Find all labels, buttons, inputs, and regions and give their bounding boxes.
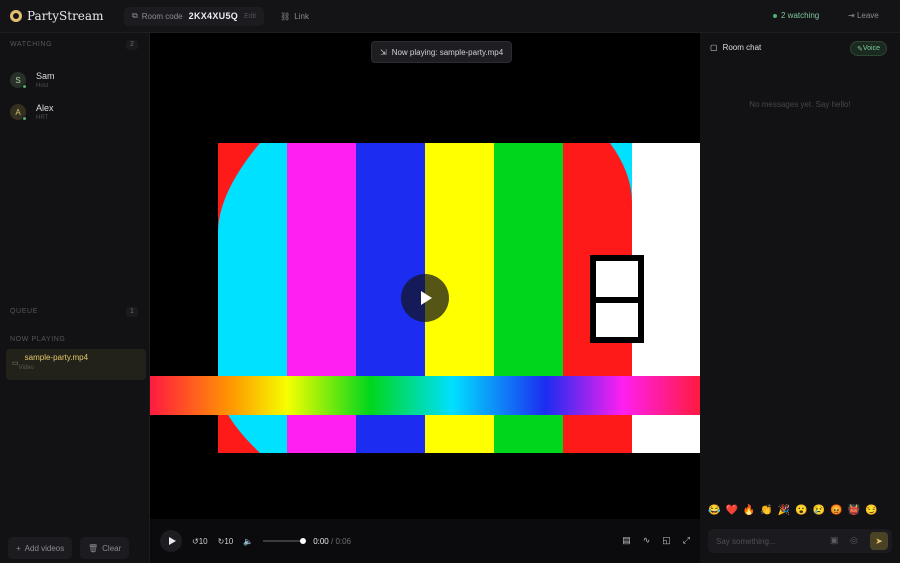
current-time: 0:00: [313, 536, 329, 546]
copy-link-button[interactable]: ⛓ Link: [280, 12, 309, 21]
online-dot-icon: [773, 13, 777, 18]
emoji-button[interactable]: 😢: [813, 505, 825, 516]
chat-empty-state: No messages yet. Say hello!: [749, 100, 851, 109]
user-name: Alex: [36, 103, 54, 113]
chat-title: Room chat: [722, 43, 762, 52]
header: PartyStream ⧉ Room code 2KX4XU5Q Edit ⛓ …: [0, 0, 900, 33]
volume-slider[interactable]: [263, 538, 307, 544]
room-code: 2KX4XU5Q: [188, 11, 239, 21]
chat-input[interactable]: Say something... ▣ ◎ ➤: [708, 529, 892, 553]
video-file-icon: ▭: [12, 360, 19, 367]
fullscreen-icon[interactable]: ⤢: [683, 535, 690, 546]
big-play-button[interactable]: [401, 274, 449, 322]
avatar: A: [10, 104, 27, 121]
chat-input-placeholder: Say something...: [716, 536, 776, 546]
emoji-button[interactable]: 😡: [830, 505, 842, 516]
copy-icon: ⧉: [132, 11, 138, 20]
queue-item-sub: Video: [18, 365, 34, 371]
time-display: 0:00 / 0:06: [313, 536, 352, 546]
watching-label: 2 watching: [781, 11, 820, 20]
enter-icon: ⇲: [380, 47, 387, 57]
now-playing-text: Now playing: sample-party.mp4: [391, 47, 504, 57]
emoji-button[interactable]: 👹: [848, 505, 860, 516]
player-controls: ↺10 ↻10 🔈 0:00 / 0:06 ▤ ∿ ◱ ⤢: [150, 519, 700, 563]
room-code-label: Room code: [141, 11, 183, 21]
user-name: Sam: [36, 71, 55, 81]
add-videos-button[interactable]: + Add videos: [8, 537, 73, 559]
user-status: Host: [36, 83, 49, 89]
emoji-button[interactable]: 😮: [795, 505, 807, 516]
total-time: 0:06: [335, 536, 352, 546]
now-playing-section-title: NOW PLAYING: [10, 336, 66, 343]
leave-button[interactable]: ⇥ Leave: [848, 11, 879, 20]
link-label: Link: [294, 11, 309, 21]
chat-bubble-icon: ▢: [710, 43, 718, 52]
app-name: PartyStream: [27, 9, 104, 23]
watching-count: 2: [126, 40, 138, 50]
emoji-button[interactable]: 🔥: [743, 505, 755, 516]
sidebar: WATCHING 2 S Sam Host A Alex HRT QUEUE 1…: [0, 33, 150, 563]
queue-count: 1: [126, 307, 138, 317]
emoji-button[interactable]: 😏: [865, 505, 877, 516]
clear-label: Clear: [102, 543, 122, 553]
emoji-button[interactable]: 🎉: [778, 505, 790, 516]
clear-button[interactable]: 🗑 Clear: [80, 537, 130, 559]
gif-icon[interactable]: ◎: [850, 535, 858, 546]
volume-icon[interactable]: 🔈: [243, 537, 253, 546]
avatar: S: [10, 72, 27, 89]
user-status: HRT: [36, 115, 49, 121]
emoji-button[interactable]: 👏: [760, 505, 772, 516]
user-item: S Sam Host: [10, 71, 55, 89]
emoji-button[interactable]: ❤️: [725, 505, 737, 516]
add-videos-label: Add videos: [24, 543, 65, 553]
trash-icon: 🗑: [88, 543, 99, 553]
room-code-pill[interactable]: ⧉ Room code 2KX4XU5Q Edit: [124, 6, 265, 26]
room-edit[interactable]: Edit: [244, 13, 256, 20]
logo-icon: [10, 10, 22, 22]
app-root: PartyStream ⧉ Room code 2KX4XU5Q Edit ⛓ …: [0, 0, 900, 563]
watching-section-title: WATCHING: [10, 41, 53, 48]
send-icon: ➤: [875, 535, 883, 546]
queue-item-title: sample-party.mp4: [24, 353, 89, 362]
play-button[interactable]: [160, 530, 182, 552]
link-icon: ⛓: [280, 11, 291, 21]
now-playing-badge: ⇲ Now playing: sample-party.mp4: [371, 41, 513, 63]
queue-item-now-playing[interactable]: ▭ sample-party.mp4 Video: [6, 349, 146, 380]
video-player[interactable]: ⇲ Now playing: sample-party.mp4 ↺10 ↻10 …: [150, 33, 700, 563]
leave-label: Leave: [856, 11, 879, 20]
volume-knob[interactable]: [300, 538, 307, 544]
queue-section-title: QUEUE: [10, 308, 38, 315]
voice-label: Voice: [862, 45, 880, 52]
emoji-button[interactable]: 😂: [708, 505, 720, 516]
skip-forward-button[interactable]: ↻10: [218, 537, 234, 546]
chat-panel: ▢ Room chat ✎ Voice No messages yet. Say…: [700, 33, 900, 563]
plus-icon: +: [16, 543, 21, 553]
user-item: A Alex HRT: [10, 103, 54, 121]
send-button[interactable]: ➤: [870, 532, 888, 550]
logo[interactable]: PartyStream: [10, 9, 110, 23]
subtitles-icon[interactable]: ▤: [622, 535, 631, 546]
stats-icon[interactable]: ∿: [643, 535, 651, 546]
voice-button[interactable]: ✎ Voice: [850, 41, 887, 56]
skip-back-button[interactable]: ↺10: [192, 537, 208, 546]
image-icon[interactable]: ▣: [830, 535, 839, 546]
chat-header: ▢ Room chat: [710, 43, 761, 52]
pip-icon[interactable]: ◱: [662, 535, 671, 546]
watching-indicator: 2 watching: [773, 11, 819, 20]
exit-icon: ⇥: [848, 11, 855, 20]
emoji-bar: 😂 ❤️ 🔥 👏 🎉 😮 😢 😡 👹 😏: [708, 505, 883, 516]
